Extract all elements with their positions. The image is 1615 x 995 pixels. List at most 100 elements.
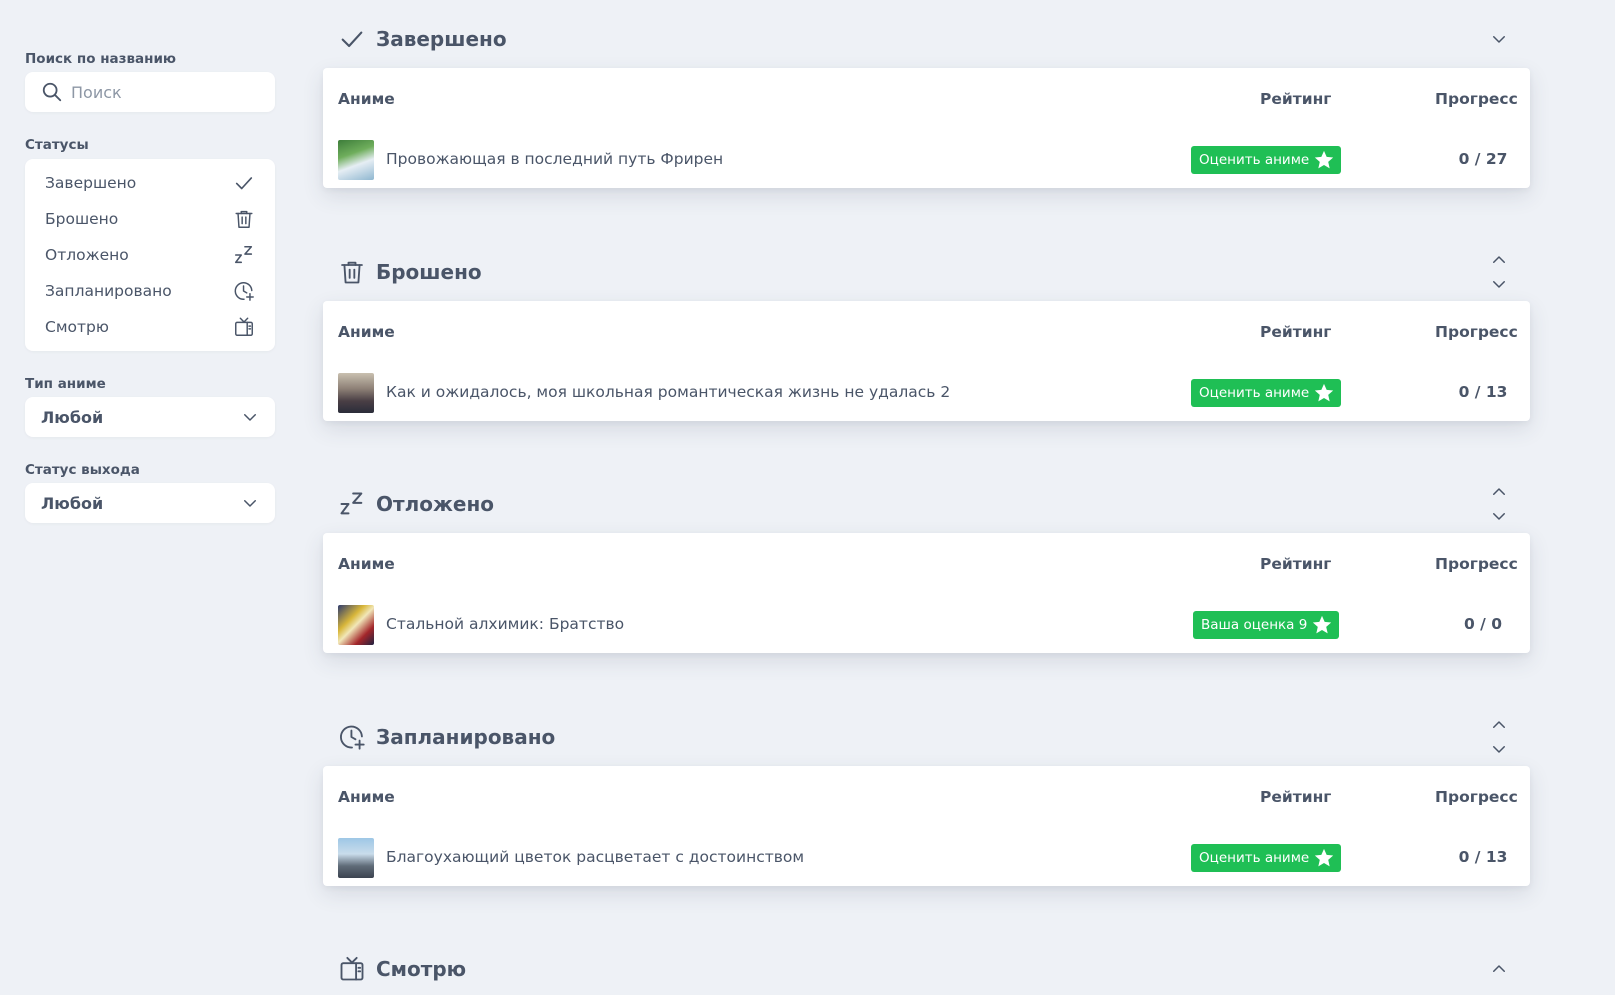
clock-plus-icon [234,282,254,301]
anime-type-value: Любой [41,407,104,427]
search-input[interactable] [71,82,251,102]
release-status-label: Статус выхода [25,462,140,478]
anime-title[interactable]: Провожающая в последний путь Фрирен [386,150,723,168]
progress-value: 0 / 27 [1458,150,1508,168]
star-icon [1315,848,1334,867]
chevron-down-icon[interactable] [1490,740,1508,758]
section-arrows [1490,14,1508,64]
chevron-down-icon[interactable] [1490,507,1508,525]
rate-anime-button[interactable]: Оценить аниме [1191,146,1342,174]
chevron-down-icon[interactable] [1490,275,1508,293]
column-header-rating: Рейтинг [1260,555,1332,573]
section-dropped: Брошено Аниме Рейтинг Прогресс Как и ожи… [323,247,1530,421]
release-status-value: Любой [41,493,104,513]
status-item-planned[interactable]: Запланировано [25,273,275,309]
section-title: Отложено [376,492,495,516]
check-icon [341,31,363,48]
table-row: Благоухающий цветок расцветает с достоин… [338,838,1530,878]
section-arrows [1490,247,1508,297]
progress-value: 0 / 13 [1458,848,1508,866]
section-arrows [1490,479,1508,529]
column-header-anime: Аниме [338,323,395,341]
anime-thumbnail[interactable] [338,373,374,413]
section-title: Смотрю [376,957,467,981]
section-header[interactable]: Брошено [323,247,1530,297]
status-item-label: Отложено [45,246,129,264]
section-header[interactable]: Завершено [323,14,1530,64]
anime-thumbnail[interactable] [338,140,374,180]
search-label: Поиск по названию [25,51,177,67]
progress-value: 0 / 13 [1458,383,1508,401]
anime-table: Аниме Рейтинг Прогресс Благоухающий цвет… [323,766,1530,886]
column-header-rating: Рейтинг [1260,788,1332,806]
status-item-label: Завершено [45,174,137,192]
zz-icon [340,492,363,515]
section-arrows [1490,944,1508,994]
column-header-progress: Прогресс [1435,90,1518,108]
column-header-anime: Аниме [338,90,395,108]
release-status-select[interactable]: Любой [25,483,275,523]
section-arrows [1490,712,1508,762]
column-header-rating: Рейтинг [1260,90,1332,108]
rate-button-label: Оценить аниме [1199,152,1310,168]
progress-value: 0 / 0 [1463,615,1503,633]
anime-table: Аниме Рейтинг Прогресс Провожающая в пос… [323,68,1530,188]
status-item-label: Брошено [45,210,119,228]
status-item-label: Запланировано [45,282,172,300]
anime-table: Аниме Рейтинг Прогресс Стальной алхимик:… [323,533,1530,653]
column-header-anime: Аниме [338,555,395,573]
rate-anime-button[interactable]: Оценить аниме [1191,844,1342,872]
anime-thumbnail[interactable] [338,838,374,878]
rate-button-label: Оценить аниме [1199,385,1310,401]
table-row: Как и ожидалось, моя школьная романтичес… [338,373,1530,413]
chevron-up-icon[interactable] [1490,960,1508,978]
chevron-up-icon[interactable] [1490,251,1508,269]
anime-type-select[interactable]: Любой [25,397,275,437]
filters-sidebar: Поиск по названию Статусы Завершено Брош… [25,50,275,523]
search-box[interactable] [25,72,275,112]
trash-icon [235,210,253,228]
chevron-down-icon [244,414,256,421]
your-rating-button[interactable]: Ваша оценка 9 [1193,611,1340,639]
section-postponed: Отложено Аниме Рейтинг Прогресс Стальной… [323,479,1530,653]
star-icon [1315,150,1334,169]
status-item-postponed[interactable]: Отложено [25,237,275,273]
trash-icon [341,261,363,284]
chevron-down-icon [244,500,256,507]
status-item-completed[interactable]: Завершено [25,165,275,201]
column-header-progress: Прогресс [1435,788,1518,806]
check-icon [235,177,253,190]
section-watching: Смотрю [323,944,1530,994]
anime-thumbnail[interactable] [338,605,374,645]
status-item-dropped[interactable]: Брошено [25,201,275,237]
section-header[interactable]: Смотрю [323,944,1530,994]
star-icon [1313,615,1332,634]
section-completed: Завершено Аниме Рейтинг Прогресс Провожа… [323,14,1530,188]
status-item-watching[interactable]: Смотрю [25,309,275,345]
section-title: Завершено [376,27,507,51]
statuses-label: Статусы [25,137,89,153]
chevron-up-icon[interactable] [1490,483,1508,501]
rate-anime-button[interactable]: Оценить аниме [1191,379,1342,407]
rate-button-label: Оценить аниме [1199,850,1310,866]
table-row: Стальной алхимик: Братство Ваша оценка 9… [338,605,1530,645]
column-header-anime: Аниме [338,788,395,806]
anime-title[interactable]: Благоухающий цветок расцветает с достоин… [386,848,804,866]
section-header[interactable]: Отложено [323,479,1530,529]
section-header[interactable]: Запланировано [323,712,1530,762]
star-icon [1315,383,1334,402]
section-title: Брошено [376,260,482,284]
anime-title[interactable]: Стальной алхимик: Братство [386,615,624,633]
clock-plus-icon [340,725,365,750]
column-header-rating: Рейтинг [1260,323,1332,341]
section-planned: Запланировано Аниме Рейтинг Прогресс Бла… [323,712,1530,886]
zz-icon [234,245,253,264]
status-list: Завершено Брошено Отложено Запланировано… [25,159,275,351]
table-row: Провожающая в последний путь Фрирен Оцен… [338,140,1530,180]
status-item-label: Смотрю [45,318,109,336]
chevron-down-icon[interactable] [1490,30,1508,48]
column-header-progress: Прогресс [1435,555,1518,573]
anime-title[interactable]: Как и ожидалось, моя школьная романтичес… [386,383,950,401]
tv-icon [340,956,364,981]
chevron-up-icon[interactable] [1490,716,1508,734]
